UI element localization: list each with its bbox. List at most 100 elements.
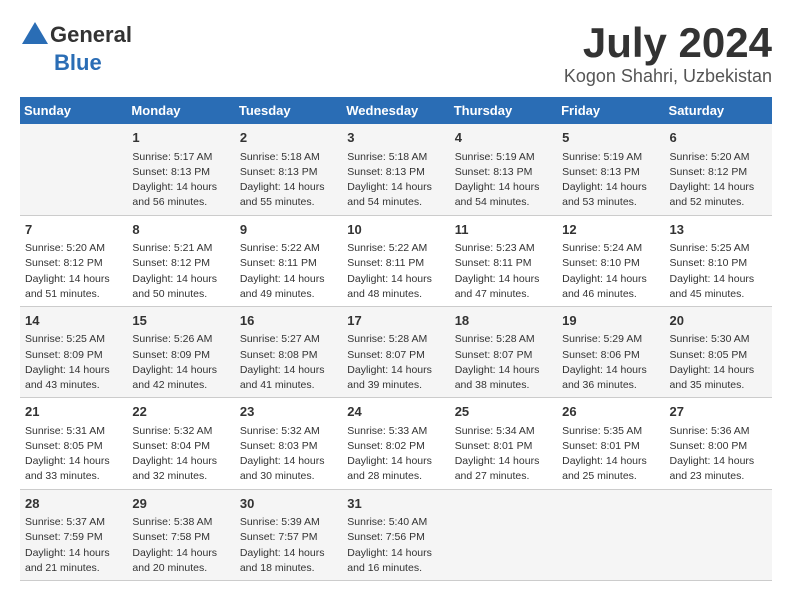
day-number: 6 bbox=[670, 128, 767, 148]
calendar-cell: 26Sunrise: 5:35 AMSunset: 8:01 PMDayligh… bbox=[557, 398, 664, 489]
day-info: Sunrise: 5:32 AMSunset: 8:04 PMDaylight:… bbox=[132, 424, 229, 485]
calendar-cell: 22Sunrise: 5:32 AMSunset: 8:04 PMDayligh… bbox=[127, 398, 234, 489]
day-info: Sunrise: 5:19 AMSunset: 8:13 PMDaylight:… bbox=[455, 150, 552, 211]
calendar-table: Sunday Monday Tuesday Wednesday Thursday… bbox=[20, 97, 772, 581]
logo-icon bbox=[20, 20, 50, 50]
calendar-cell: 29Sunrise: 5:38 AMSunset: 7:58 PMDayligh… bbox=[127, 489, 234, 580]
calendar-cell bbox=[20, 124, 127, 215]
title-area: July 2024 Kogon Shahri, Uzbekistan bbox=[564, 20, 772, 87]
day-info: Sunrise: 5:38 AMSunset: 7:58 PMDaylight:… bbox=[132, 515, 229, 576]
calendar-cell: 21Sunrise: 5:31 AMSunset: 8:05 PMDayligh… bbox=[20, 398, 127, 489]
calendar-cell: 2Sunrise: 5:18 AMSunset: 8:13 PMDaylight… bbox=[235, 124, 342, 215]
day-info: Sunrise: 5:20 AMSunset: 8:12 PMDaylight:… bbox=[25, 241, 122, 302]
col-thursday: Thursday bbox=[450, 97, 557, 124]
day-info: Sunrise: 5:31 AMSunset: 8:05 PMDaylight:… bbox=[25, 424, 122, 485]
day-info: Sunrise: 5:20 AMSunset: 8:12 PMDaylight:… bbox=[670, 150, 767, 211]
day-number: 28 bbox=[25, 494, 122, 514]
calendar-cell: 30Sunrise: 5:39 AMSunset: 7:57 PMDayligh… bbox=[235, 489, 342, 580]
day-number: 27 bbox=[670, 402, 767, 422]
day-number: 25 bbox=[455, 402, 552, 422]
calendar-cell bbox=[450, 489, 557, 580]
calendar-cell: 27Sunrise: 5:36 AMSunset: 8:00 PMDayligh… bbox=[665, 398, 772, 489]
calendar-week-2: 7Sunrise: 5:20 AMSunset: 8:12 PMDaylight… bbox=[20, 215, 772, 306]
day-info: Sunrise: 5:18 AMSunset: 8:13 PMDaylight:… bbox=[240, 150, 337, 211]
day-number: 13 bbox=[670, 220, 767, 240]
day-number: 5 bbox=[562, 128, 659, 148]
day-info: Sunrise: 5:24 AMSunset: 8:10 PMDaylight:… bbox=[562, 241, 659, 302]
calendar-cell: 16Sunrise: 5:27 AMSunset: 8:08 PMDayligh… bbox=[235, 306, 342, 397]
calendar-cell: 18Sunrise: 5:28 AMSunset: 8:07 PMDayligh… bbox=[450, 306, 557, 397]
calendar-cell bbox=[557, 489, 664, 580]
calendar-cell: 10Sunrise: 5:22 AMSunset: 8:11 PMDayligh… bbox=[342, 215, 449, 306]
col-saturday: Saturday bbox=[665, 97, 772, 124]
day-info: Sunrise: 5:36 AMSunset: 8:00 PMDaylight:… bbox=[670, 424, 767, 485]
calendar-cell: 23Sunrise: 5:32 AMSunset: 8:03 PMDayligh… bbox=[235, 398, 342, 489]
calendar-cell: 24Sunrise: 5:33 AMSunset: 8:02 PMDayligh… bbox=[342, 398, 449, 489]
day-number: 10 bbox=[347, 220, 444, 240]
day-info: Sunrise: 5:30 AMSunset: 8:05 PMDaylight:… bbox=[670, 332, 767, 393]
day-info: Sunrise: 5:26 AMSunset: 8:09 PMDaylight:… bbox=[132, 332, 229, 393]
calendar-cell: 14Sunrise: 5:25 AMSunset: 8:09 PMDayligh… bbox=[20, 306, 127, 397]
logo: General Blue bbox=[20, 20, 132, 76]
day-number: 19 bbox=[562, 311, 659, 331]
header-row: Sunday Monday Tuesday Wednesday Thursday… bbox=[20, 97, 772, 124]
col-sunday: Sunday bbox=[20, 97, 127, 124]
day-number: 31 bbox=[347, 494, 444, 514]
day-info: Sunrise: 5:29 AMSunset: 8:06 PMDaylight:… bbox=[562, 332, 659, 393]
calendar-cell: 11Sunrise: 5:23 AMSunset: 8:11 PMDayligh… bbox=[450, 215, 557, 306]
day-info: Sunrise: 5:25 AMSunset: 8:10 PMDaylight:… bbox=[670, 241, 767, 302]
day-info: Sunrise: 5:35 AMSunset: 8:01 PMDaylight:… bbox=[562, 424, 659, 485]
day-info: Sunrise: 5:32 AMSunset: 8:03 PMDaylight:… bbox=[240, 424, 337, 485]
calendar-cell: 19Sunrise: 5:29 AMSunset: 8:06 PMDayligh… bbox=[557, 306, 664, 397]
calendar-cell: 7Sunrise: 5:20 AMSunset: 8:12 PMDaylight… bbox=[20, 215, 127, 306]
calendar-week-3: 14Sunrise: 5:25 AMSunset: 8:09 PMDayligh… bbox=[20, 306, 772, 397]
day-info: Sunrise: 5:21 AMSunset: 8:12 PMDaylight:… bbox=[132, 241, 229, 302]
day-info: Sunrise: 5:33 AMSunset: 8:02 PMDaylight:… bbox=[347, 424, 444, 485]
day-info: Sunrise: 5:37 AMSunset: 7:59 PMDaylight:… bbox=[25, 515, 122, 576]
calendar-cell: 8Sunrise: 5:21 AMSunset: 8:12 PMDaylight… bbox=[127, 215, 234, 306]
day-number: 14 bbox=[25, 311, 122, 331]
col-friday: Friday bbox=[557, 97, 664, 124]
location-title: Kogon Shahri, Uzbekistan bbox=[564, 66, 772, 87]
day-info: Sunrise: 5:23 AMSunset: 8:11 PMDaylight:… bbox=[455, 241, 552, 302]
day-number: 12 bbox=[562, 220, 659, 240]
day-number: 18 bbox=[455, 311, 552, 331]
day-info: Sunrise: 5:28 AMSunset: 8:07 PMDaylight:… bbox=[347, 332, 444, 393]
day-number: 8 bbox=[132, 220, 229, 240]
calendar-week-5: 28Sunrise: 5:37 AMSunset: 7:59 PMDayligh… bbox=[20, 489, 772, 580]
calendar-cell: 17Sunrise: 5:28 AMSunset: 8:07 PMDayligh… bbox=[342, 306, 449, 397]
day-number: 16 bbox=[240, 311, 337, 331]
day-number: 21 bbox=[25, 402, 122, 422]
day-number: 24 bbox=[347, 402, 444, 422]
day-number: 30 bbox=[240, 494, 337, 514]
calendar-cell: 6Sunrise: 5:20 AMSunset: 8:12 PMDaylight… bbox=[665, 124, 772, 215]
day-number: 3 bbox=[347, 128, 444, 148]
calendar-cell: 12Sunrise: 5:24 AMSunset: 8:10 PMDayligh… bbox=[557, 215, 664, 306]
day-info: Sunrise: 5:19 AMSunset: 8:13 PMDaylight:… bbox=[562, 150, 659, 211]
day-number: 20 bbox=[670, 311, 767, 331]
calendar-cell: 20Sunrise: 5:30 AMSunset: 8:05 PMDayligh… bbox=[665, 306, 772, 397]
calendar-cell: 4Sunrise: 5:19 AMSunset: 8:13 PMDaylight… bbox=[450, 124, 557, 215]
day-number: 11 bbox=[455, 220, 552, 240]
calendar-week-1: 1Sunrise: 5:17 AMSunset: 8:13 PMDaylight… bbox=[20, 124, 772, 215]
logo-blue: Blue bbox=[54, 50, 102, 76]
day-info: Sunrise: 5:17 AMSunset: 8:13 PMDaylight:… bbox=[132, 150, 229, 211]
calendar-cell: 15Sunrise: 5:26 AMSunset: 8:09 PMDayligh… bbox=[127, 306, 234, 397]
day-info: Sunrise: 5:40 AMSunset: 7:56 PMDaylight:… bbox=[347, 515, 444, 576]
day-info: Sunrise: 5:27 AMSunset: 8:08 PMDaylight:… bbox=[240, 332, 337, 393]
day-info: Sunrise: 5:39 AMSunset: 7:57 PMDaylight:… bbox=[240, 515, 337, 576]
day-number: 23 bbox=[240, 402, 337, 422]
day-info: Sunrise: 5:28 AMSunset: 8:07 PMDaylight:… bbox=[455, 332, 552, 393]
calendar-week-4: 21Sunrise: 5:31 AMSunset: 8:05 PMDayligh… bbox=[20, 398, 772, 489]
col-wednesday: Wednesday bbox=[342, 97, 449, 124]
day-number: 9 bbox=[240, 220, 337, 240]
calendar-cell: 9Sunrise: 5:22 AMSunset: 8:11 PMDaylight… bbox=[235, 215, 342, 306]
calendar-cell: 25Sunrise: 5:34 AMSunset: 8:01 PMDayligh… bbox=[450, 398, 557, 489]
day-info: Sunrise: 5:22 AMSunset: 8:11 PMDaylight:… bbox=[347, 241, 444, 302]
day-number: 2 bbox=[240, 128, 337, 148]
calendar-cell: 31Sunrise: 5:40 AMSunset: 7:56 PMDayligh… bbox=[342, 489, 449, 580]
day-number: 15 bbox=[132, 311, 229, 331]
day-number: 7 bbox=[25, 220, 122, 240]
day-number: 29 bbox=[132, 494, 229, 514]
calendar-cell bbox=[665, 489, 772, 580]
